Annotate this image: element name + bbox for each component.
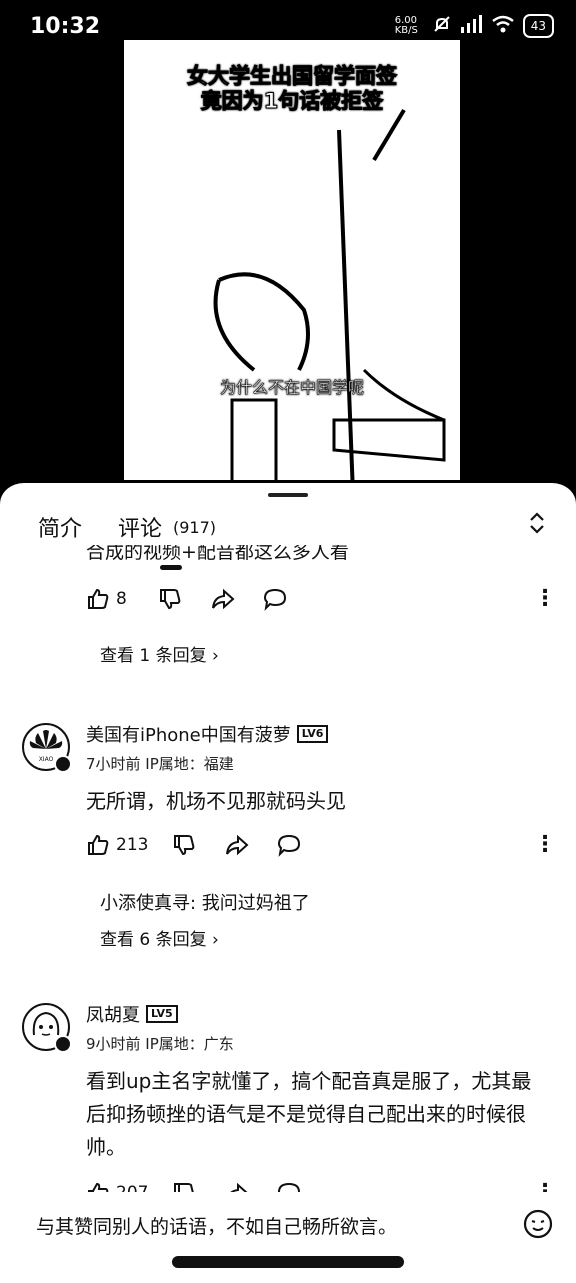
video-title: 女大学生出国留学面签 竟因为1句话被拒签 (124, 64, 460, 114)
previous-comment-text: 合成的视频+配音都这么多人看 (86, 545, 349, 567)
home-indicator[interactable] (172, 1256, 404, 1268)
verified-badge (54, 1035, 72, 1053)
comment-actions: 213 ⋮ (86, 833, 556, 863)
view-replies-link[interactable]: 查看 1 条回复 › (100, 641, 219, 666)
view-replies-label: 查看 6 条回复 (100, 930, 207, 950)
view-replies-link[interactable]: 查看 6 条回复 › (100, 925, 219, 950)
avatar[interactable] (22, 1003, 72, 1053)
tab-bar: 简介 评论 (917) (0, 505, 576, 570)
tab-comments[interactable]: 评论 (118, 511, 162, 543)
video-title-line1: 女大学生出国留学面签 (187, 64, 398, 89)
tab-intro[interactable]: 简介 (38, 511, 82, 543)
dislike-button[interactable] (158, 587, 182, 611)
comments-sheet: 简介 评论 (917) 合成的视频+配音都这么多人看 8 ⋮ 查看 1 条回复 … (0, 480, 576, 1283)
share-icon (212, 588, 235, 610)
thumbs-down-icon (160, 589, 181, 610)
more-options-icon[interactable]: ⋮ (534, 834, 556, 856)
comments-count: (917) (173, 518, 217, 537)
comment-username[interactable]: 美国有iPhone中国有菠萝 LV6 (86, 721, 329, 747)
battery-icon: 43 (522, 14, 554, 38)
thumbs-down-icon (174, 835, 195, 856)
comment-text: 看到up主名字就懂了，搞个配音真是服了，尤其最后抑扬顿挫的语气是不是觉得自己配出… (86, 1069, 532, 1159)
comment-meta: 9小时前 IP属地：广东 (86, 1035, 234, 1053)
sort-icon[interactable] (528, 511, 546, 539)
comment-input[interactable]: 与其赞同别人的话语，不如自己畅所欲言。 (36, 1212, 397, 1239)
dislike-button[interactable] (172, 833, 196, 857)
thumbs-up-icon (88, 588, 109, 609)
like-count: 213 (116, 835, 149, 855)
emoji-icon[interactable] (522, 1208, 554, 1244)
like-button[interactable]: 213 (86, 833, 148, 857)
avatar[interactable]: XIAO (22, 723, 72, 773)
reply-button[interactable] (276, 833, 302, 857)
status-time: 10:32 (30, 14, 101, 39)
thumbs-up-icon (88, 834, 109, 855)
video-subtitle: 为什么不在中国学呢 (219, 378, 365, 398)
like-button[interactable]: 8 (86, 587, 127, 611)
mute-icon (433, 15, 451, 37)
view-replies-label: 查看 1 条回复 (100, 646, 207, 666)
chat-bubble-icon (277, 834, 301, 857)
level-badge: LV5 (146, 1005, 178, 1023)
more-options-icon[interactable]: ⋮ (534, 588, 556, 610)
level-badge: LV6 (296, 725, 329, 743)
drag-handle[interactable] (268, 493, 308, 497)
signal-icon (459, 15, 483, 37)
wifi-icon (491, 15, 515, 37)
video-player[interactable]: 女大学生出国留学面签 竟因为1句话被拒签 为什么不在中国学呢 (120, 40, 464, 520)
comment-text: 无所谓，机场不见那就码头见 (86, 789, 346, 813)
video-title-line2: 竟因为1句话被拒签 (200, 89, 384, 114)
username-text: 美国有iPhone中国有菠萝 (86, 725, 291, 746)
like-count: 8 (116, 589, 127, 609)
username-text: 凤胡夏 (86, 1005, 140, 1026)
previous-comment-text-content: 合成的视频+配音都这么多人看 (86, 545, 349, 563)
reply-preview[interactable]: 小添使真寻: 我问过妈祖了 (100, 889, 310, 915)
comment-meta: 7小时前 IP属地：福建 (86, 755, 234, 773)
network-speed: 6.00 KB/S (394, 15, 418, 36)
verified-badge (54, 755, 72, 773)
reply-button[interactable] (262, 587, 288, 611)
previous-comment-actions: 8 ⋮ (86, 587, 556, 617)
svg-text:XIAO: XIAO (39, 756, 54, 763)
share-button[interactable] (224, 833, 250, 857)
share-button[interactable] (210, 587, 236, 611)
chevron-right-icon: › (212, 930, 219, 950)
chat-bubble-icon (263, 588, 287, 611)
share-icon (226, 834, 249, 856)
comment-username[interactable]: 凤胡夏 LV5 (86, 1001, 178, 1027)
status-icons: 6.00 KB/S 43 (395, 14, 554, 38)
chevron-right-icon: › (212, 646, 219, 666)
